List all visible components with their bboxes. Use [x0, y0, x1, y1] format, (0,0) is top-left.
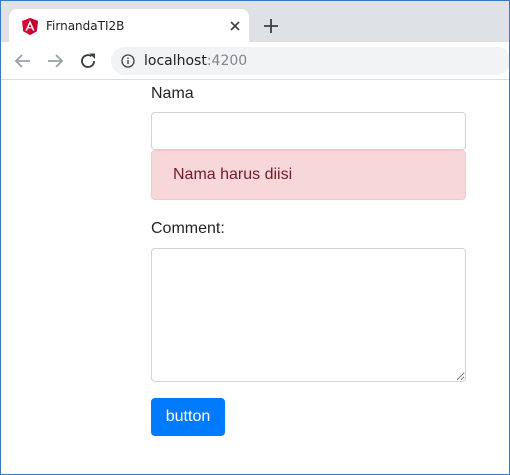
nama-label: Nama	[151, 85, 194, 102]
info-icon[interactable]	[121, 54, 135, 68]
nama-error-text: Nama harus diisi	[173, 166, 293, 183]
address-bar[interactable]: localhost:4200	[111, 47, 509, 75]
url-port: :4200	[206, 53, 248, 69]
nama-error-alert: Nama harus diisi	[151, 150, 466, 200]
browser-window: FirnandaTI2B localhost:4200 Nama Nama ha…	[0, 0, 510, 475]
url-text[interactable]: localhost:4200	[144, 53, 247, 69]
back-arrow-icon[interactable]	[13, 51, 33, 71]
angular-icon	[22, 18, 38, 35]
close-icon[interactable]	[227, 18, 243, 34]
nama-input[interactable]	[151, 112, 466, 150]
browser-toolbar: localhost:4200	[1, 42, 509, 80]
url-host: localhost	[144, 53, 207, 69]
forward-arrow-icon[interactable]	[45, 51, 65, 71]
tab-strip: FirnandaTI2B	[1, 0, 509, 43]
submit-button[interactable]: button	[151, 398, 225, 436]
reload-icon[interactable]	[78, 51, 98, 71]
comment-textarea[interactable]	[151, 248, 466, 382]
tab-title: FirnandaTI2B	[46, 19, 125, 33]
plus-icon[interactable]	[262, 17, 280, 35]
browser-tab[interactable]: FirnandaTI2B	[9, 9, 249, 43]
page-content: Nama Nama harus diisi Comment: button	[1, 81, 509, 474]
comment-label: Comment:	[151, 220, 225, 237]
